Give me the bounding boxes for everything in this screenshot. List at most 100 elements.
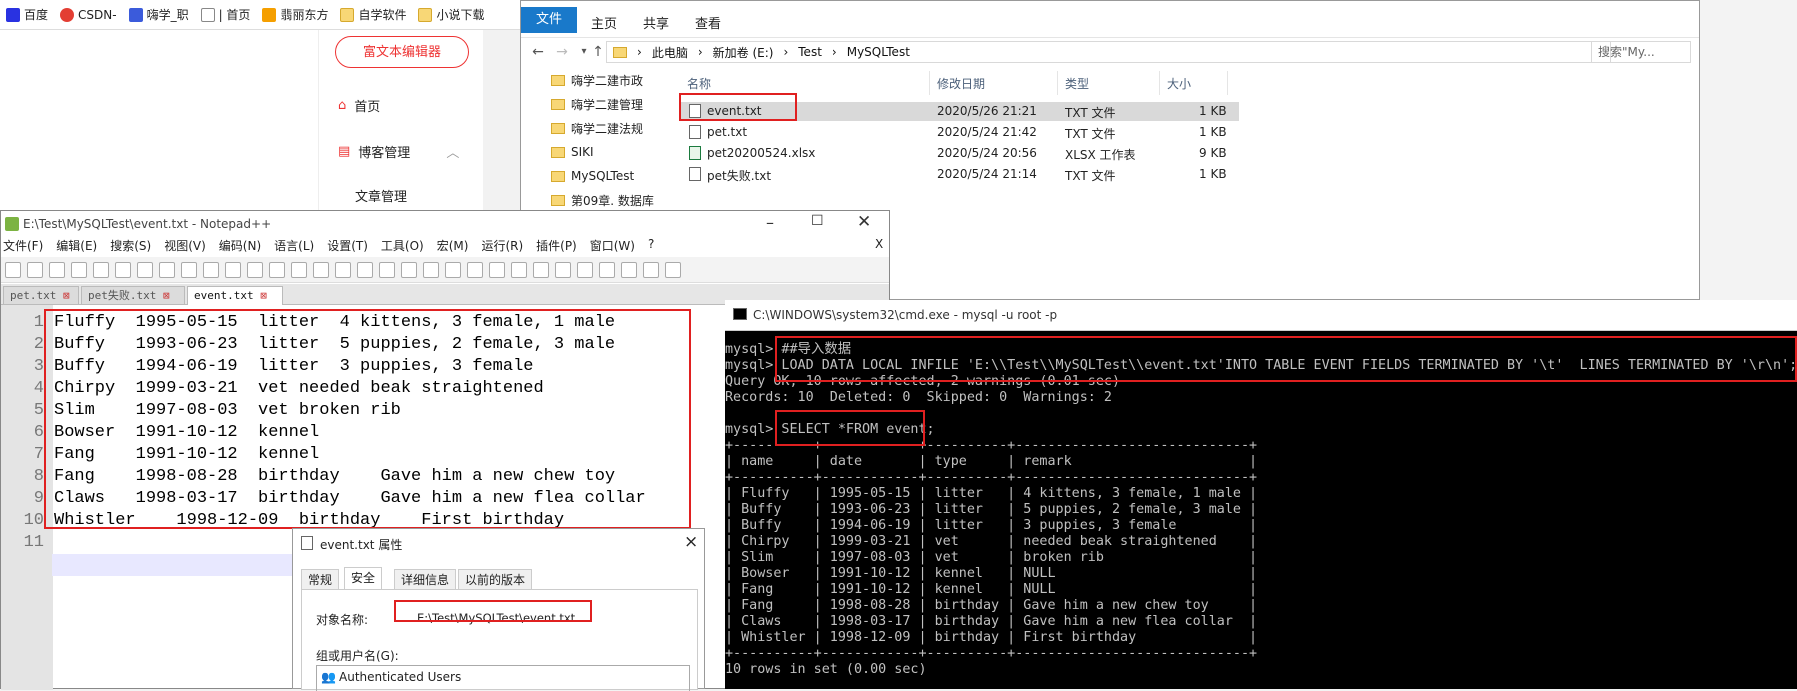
tab-details[interactable]: 详细信息 <box>394 569 457 590</box>
nav-item[interactable]: 嗨学二建法规 <box>551 117 661 139</box>
cmd-console[interactable]: mysql> ##导入数据 mysql> LOAD DATA LOCAL INF… <box>725 330 1797 689</box>
tab-pet-failed-txt[interactable]: pet失败.txt ⊠ <box>81 286 185 304</box>
close-icon[interactable]: × <box>684 532 698 552</box>
user-list[interactable]: 👥 Authenticated Users <box>316 665 690 691</box>
file-row[interactable]: pet.txt 2020/5/24 21:42 TXT 文件 1 KB <box>679 123 1239 142</box>
menu-plugins[interactable]: 插件(P) <box>536 237 577 257</box>
folder-workspace-icon[interactable] <box>511 261 527 278</box>
cut-icon[interactable] <box>159 261 175 278</box>
menu-file[interactable]: 文件(F) <box>3 237 43 257</box>
maximize-icon[interactable]: ☐ <box>811 213 824 229</box>
close-icon[interactable]: ✕ <box>857 212 871 232</box>
menu-help[interactable]: ? <box>648 237 654 257</box>
show-all-chars-icon[interactable] <box>423 261 439 278</box>
menu-window[interactable]: 窗口(W) <box>590 237 635 257</box>
replace-icon[interactable] <box>291 261 307 278</box>
rich-editor-button[interactable]: 富文本编辑器 <box>335 36 469 68</box>
spellcheck-icon[interactable] <box>665 261 681 278</box>
address-bar[interactable]: › 此电脑 › 新加卷 (E:) › Test › MySQLTest <box>606 41 1611 63</box>
nav-item[interactable]: 嗨学二建管理 <box>551 93 661 115</box>
nav-item[interactable]: MySQLTest <box>551 165 661 187</box>
save-icon[interactable] <box>49 261 65 278</box>
bookmark-baidu[interactable]: 百度 <box>6 6 48 23</box>
nav-item[interactable]: SIKI <box>551 141 661 163</box>
user-list-item[interactable]: Authenticated Users <box>339 670 461 684</box>
tab-event-txt[interactable]: event.txt ⊠ <box>187 286 283 305</box>
breadcrumb-this-pc[interactable]: 此电脑 <box>652 44 688 61</box>
file-row[interactable]: pet失败.txt 2020/5/24 21:14 TXT 文件 1 KB <box>679 165 1239 184</box>
menu-encoding[interactable]: 编码(N) <box>219 237 261 257</box>
stop-macro-icon[interactable] <box>577 261 593 278</box>
bookmark-home[interactable]: | 首页 <box>200 6 250 23</box>
column-name[interactable]: 名称 <box>687 75 711 92</box>
doc-map-icon[interactable] <box>467 261 483 278</box>
doc-close-x[interactable]: X <box>875 237 883 251</box>
bookmark-csdn[interactable]: CSDN- <box>60 7 117 22</box>
file-row[interactable]: event.txt 2020/5/26 21:21 TXT 文件 1 KB <box>679 102 1239 121</box>
find-icon[interactable] <box>269 261 285 278</box>
bookmark-feili[interactable]: 翡丽东方 <box>262 6 328 23</box>
back-arrow-icon[interactable]: ← <box>529 43 547 61</box>
forward-arrow-icon[interactable]: → <box>553 43 571 61</box>
breadcrumb-drive[interactable]: 新加卷 (E:) <box>713 44 774 61</box>
menu-macro[interactable]: 宏(M) <box>437 237 469 257</box>
tab-pet-txt[interactable]: pet.txt ⊠ <box>3 286 79 304</box>
tab-general[interactable]: 常规 <box>301 569 340 590</box>
open-file-icon[interactable] <box>27 261 43 278</box>
run-macro-multi-icon[interactable] <box>621 261 637 278</box>
monitor-icon[interactable] <box>533 261 549 278</box>
ribbon-tab-home[interactable]: 主页 <box>591 13 617 32</box>
play-macro-icon[interactable] <box>599 261 615 278</box>
column-type[interactable]: 类型 <box>1065 75 1089 92</box>
tab-close-icon[interactable]: ⊠ <box>63 289 70 302</box>
menu-item-blog-manage[interactable]: ▤ 博客管理 ︿ <box>338 142 459 161</box>
zoom-out-icon[interactable] <box>335 261 351 278</box>
file-row[interactable]: pet20200524.xlsx 2020/5/24 20:56 XLSX 工作… <box>679 144 1239 163</box>
zoom-in-icon[interactable] <box>313 261 329 278</box>
save-macro-icon[interactable] <box>643 261 659 278</box>
menu-edit[interactable]: 编辑(E) <box>56 237 97 257</box>
close-doc-icon[interactable] <box>93 261 109 278</box>
bookmark-folder-software[interactable]: 自学软件 <box>340 6 406 23</box>
sync-h-icon[interactable] <box>379 261 395 278</box>
bookmark-folder-novels[interactable]: 小说下载 <box>418 6 484 23</box>
tab-close-icon[interactable]: ⊠ <box>260 289 267 302</box>
ribbon-tab-file[interactable]: 文件 <box>521 7 577 33</box>
search-input[interactable]: 搜索"My... <box>1591 41 1691 63</box>
print-icon[interactable] <box>137 261 153 278</box>
column-size[interactable]: 大小 <box>1167 75 1191 92</box>
ribbon-tab-share[interactable]: 共享 <box>643 13 669 32</box>
paste-icon[interactable] <box>203 261 219 278</box>
nav-item[interactable]: 第09章. 数据库 <box>551 189 661 211</box>
menu-language[interactable]: 语言(L) <box>274 237 314 257</box>
menu-run[interactable]: 运行(R) <box>481 237 523 257</box>
bookmark-haixue[interactable]: 嗨学_职 <box>128 6 189 23</box>
menu-item-home[interactable]: ⌂ 首页 <box>338 96 380 115</box>
menu-settings[interactable]: 设置(T) <box>327 237 368 257</box>
menu-search[interactable]: 搜索(S) <box>110 237 151 257</box>
undo-icon[interactable] <box>225 261 241 278</box>
minimize-icon[interactable]: – <box>766 213 774 232</box>
indent-guide-icon[interactable] <box>445 261 461 278</box>
new-file-icon[interactable] <box>5 261 21 278</box>
tab-previous-versions[interactable]: 以前的版本 <box>458 569 533 590</box>
up-arrow-icon[interactable]: ↑ <box>589 43 607 61</box>
function-list-icon[interactable] <box>489 261 505 278</box>
wrap-icon[interactable] <box>401 261 417 278</box>
column-modified[interactable]: 修改日期 <box>937 75 985 92</box>
menu-tools[interactable]: 工具(O) <box>381 237 424 257</box>
copy-icon[interactable] <box>181 261 197 278</box>
sync-v-icon[interactable] <box>357 261 373 278</box>
tab-security[interactable]: 安全 <box>344 567 383 590</box>
ribbon-tab-view[interactable]: 查看 <box>695 13 721 32</box>
menu-item-article-manage[interactable]: 文章管理 <box>355 186 407 205</box>
menu-view[interactable]: 视图(V) <box>164 237 206 257</box>
tab-close-icon[interactable]: ⊠ <box>163 289 170 302</box>
breadcrumb-test[interactable]: Test <box>798 45 822 59</box>
save-all-icon[interactable] <box>71 261 87 278</box>
record-macro-icon[interactable] <box>555 261 571 278</box>
nav-item[interactable]: 嗨学二建市政 <box>551 69 661 91</box>
breadcrumb-mysqltest[interactable]: MySQLTest <box>847 45 910 59</box>
redo-icon[interactable] <box>247 261 263 278</box>
close-all-icon[interactable] <box>115 261 131 278</box>
